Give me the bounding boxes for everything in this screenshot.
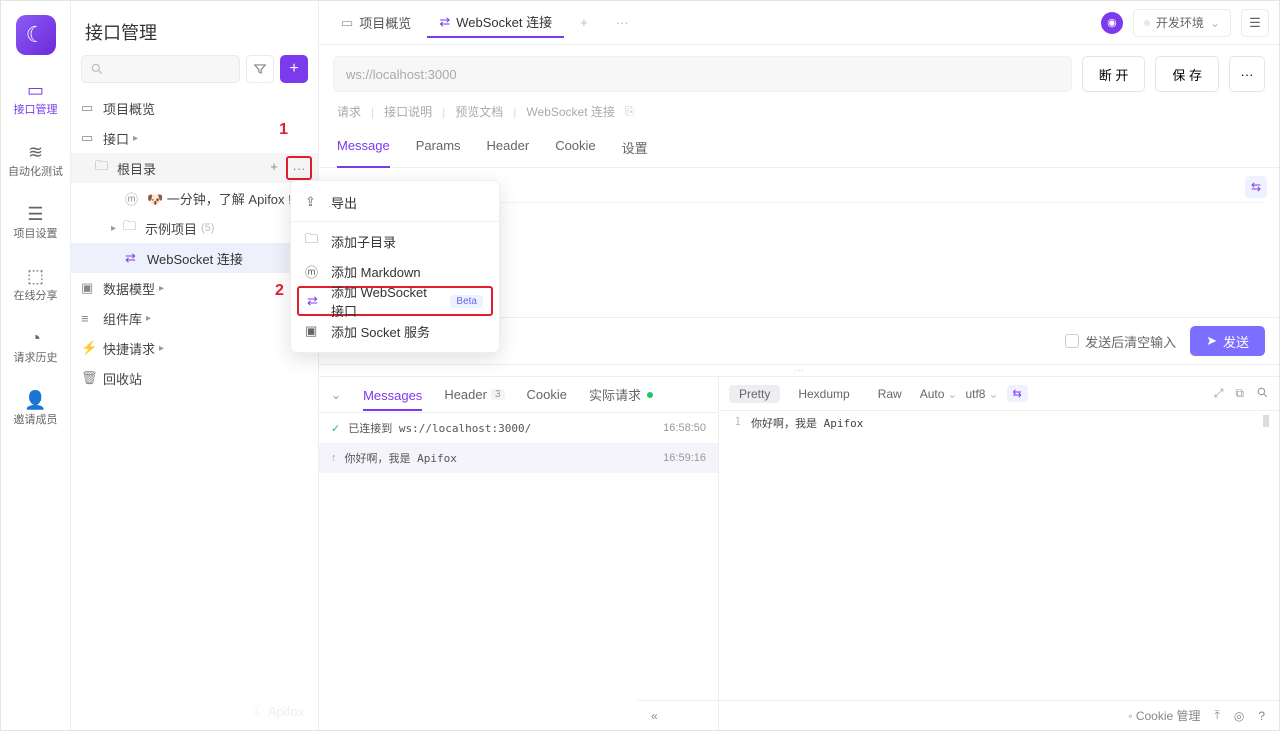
tree-item-learn-apifox[interactable]: ⓜ🐶 一分钟，了解 Apifox !	[71, 183, 318, 213]
format-auto-select[interactable]: Auto⌄	[920, 387, 958, 401]
ctx-item-add-socket[interactable]: ▣添加 Socket 服务	[291, 316, 499, 346]
format-icon[interactable]: ⇆	[1007, 385, 1028, 402]
env-badge-icon[interactable]: ◉	[1101, 12, 1123, 34]
view-mode-pretty[interactable]: Pretty	[729, 385, 780, 403]
subtab-settings[interactable]: 设置	[622, 130, 648, 167]
breadcrumb-preview[interactable]: 预览文档	[455, 103, 503, 120]
footer-target-icon[interactable]: ◎	[1234, 709, 1244, 723]
annotation-1: 1	[279, 121, 288, 139]
ctx-item-add-subdir[interactable]: 🗀添加子目录	[291, 226, 499, 256]
filter-button[interactable]	[246, 55, 274, 83]
footer-upload-icon[interactable]: ⤒	[1215, 708, 1220, 723]
nav-project-settings[interactable]: ☰项目设置	[1, 195, 70, 251]
app-logo: ☾	[16, 15, 56, 55]
footer-cookie-link[interactable]: ◦ Cookie 管理	[1128, 707, 1200, 724]
tree-item-components[interactable]: ≡组件库 ▸	[71, 303, 318, 333]
tree-item-recycle-bin[interactable]: 🗑回收站	[71, 363, 318, 393]
nav-request-history[interactable]: ◔请求历史	[1, 319, 70, 375]
breadcrumb: 请求| 接口说明| 预览文档| WebSocket 连接 ⎘	[319, 103, 1279, 130]
tree-item-websocket[interactable]: ⇄WebSocket 连接	[71, 243, 318, 273]
tab-add[interactable]: +	[568, 8, 600, 38]
subtab-params[interactable]: Params	[416, 130, 461, 167]
msgtab-cookie[interactable]: Cookie	[527, 387, 567, 402]
nav-invite-member[interactable]: 👤邀请成员	[1, 381, 70, 437]
tree-title: 接口管理	[71, 1, 318, 55]
msgtab-messages[interactable]: Messages	[363, 388, 422, 411]
nav-automation-test[interactable]: ≋自动化测试	[1, 133, 70, 189]
tab-websocket[interactable]: ⇄WebSocket 连接	[427, 8, 564, 38]
messages-panel: ⌄ Messages Header3 Cookie 实际请求 ✓已连接到 ws:…	[319, 377, 719, 730]
url-input[interactable]: ws://localhost:3000	[333, 56, 1072, 92]
subtab-header[interactable]: Header	[487, 130, 530, 167]
expand-icon[interactable]: ⤢	[1214, 386, 1224, 401]
subtab-cookie[interactable]: Cookie	[555, 130, 595, 167]
search-icon[interactable]	[1256, 386, 1269, 401]
ctx-item-export[interactable]: ⇪导出	[291, 187, 499, 217]
main-area: ▭项目概览 ⇄WebSocket 连接 + ··· ◉ 开发环境⌄ ☰ ws:/…	[319, 1, 1279, 730]
add-button[interactable]: +	[280, 55, 308, 83]
environment-select[interactable]: 开发环境⌄	[1133, 9, 1231, 37]
tree-item-sample-project[interactable]: ▸🗀示例项目(5)	[71, 213, 318, 243]
tree-item-quick-request[interactable]: ⚡快捷请求 ▸	[71, 333, 318, 363]
watermark: ☾ Apifox	[253, 704, 304, 720]
search-input[interactable]	[81, 55, 240, 83]
msgtab-header[interactable]: Header3	[444, 387, 504, 402]
row-add-icon[interactable]: +	[264, 156, 284, 176]
msgtab-actual-request[interactable]: 实际请求	[589, 385, 653, 404]
more-button[interactable]: ···	[1229, 56, 1265, 92]
tab-project-overview[interactable]: ▭项目概览	[329, 8, 423, 38]
encoding-select[interactable]: utf8⌄	[965, 387, 998, 401]
split-handle[interactable]: ···	[319, 365, 1279, 377]
project-tree-sidebar: 接口管理 + ▭项目概览 ▭接口 ▸ 🗀根目录 + ··· ⓜ🐶 一分钟，了解 …	[71, 1, 319, 730]
request-sub-tabs: Message Params Header Cookie 设置	[319, 130, 1279, 168]
nav-api-management[interactable]: ▭接口管理	[1, 71, 70, 127]
row-more-icon[interactable]: ···	[286, 156, 312, 180]
collapse-icon[interactable]: ⌄	[331, 388, 341, 402]
clear-after-send-checkbox[interactable]: 发送后清空输入	[1065, 332, 1176, 351]
tab-bar: ▭项目概览 ⇄WebSocket 连接 + ··· ◉ 开发环境⌄ ☰	[319, 1, 1279, 45]
annotation-2: 2	[275, 282, 284, 300]
footer-collapse-icon[interactable]: «	[651, 709, 658, 723]
tree-item-overview[interactable]: ▭项目概览	[71, 93, 318, 123]
response-viewer: Pretty Hexdump Raw Auto⌄ utf8⌄ ⇆ ⤢ ⧉ 1 你…	[719, 377, 1279, 730]
primary-nav-sidebar: ☾ ▭接口管理 ≋自动化测试 ☰项目设置 ⬚在线分享 ◔请求历史 👤邀请成员	[1, 1, 71, 730]
view-mode-raw[interactable]: Raw	[868, 385, 912, 403]
breadcrumb-request[interactable]: 请求	[337, 103, 361, 120]
context-menu: ⇪导出 🗀添加子目录 ⓜ添加 Markdown ⇄添加 WebSocket 接口…	[290, 180, 500, 353]
code-viewer[interactable]: 1 你好啊，我是 Apifox	[719, 411, 1279, 730]
breadcrumb-doc[interactable]: 接口说明	[384, 103, 432, 120]
subtab-message[interactable]: Message	[337, 130, 390, 168]
send-button[interactable]: ➤发送	[1190, 326, 1265, 356]
nav-online-share[interactable]: ⬚在线分享	[1, 257, 70, 313]
copy-icon[interactable]: ⧉	[1235, 386, 1244, 401]
footer-help-icon[interactable]: ?	[1258, 709, 1265, 723]
send-icon: ➤	[1206, 333, 1217, 349]
message-row-sent[interactable]: ↑你好啊，我是 Apifox16:59:16	[319, 443, 718, 473]
tree-item-root-dir[interactable]: 🗀根目录 + ···	[71, 153, 318, 183]
view-mode-hexdump[interactable]: Hexdump	[788, 385, 859, 403]
save-button[interactable]: 保 存	[1155, 56, 1219, 92]
settings-menu-icon[interactable]: ☰	[1241, 9, 1269, 37]
disconnect-button[interactable]: 断 开	[1082, 56, 1146, 92]
breadcrumb-ws[interactable]: WebSocket 连接	[526, 103, 614, 120]
message-row-connected[interactable]: ✓已连接到 ws://localhost:3000/16:58:50	[319, 413, 718, 443]
ctx-item-add-websocket[interactable]: ⇄添加 WebSocket 接口Beta	[297, 286, 493, 316]
status-bar: « ◦ Cookie 管理 ⤒ ◎ ?	[637, 700, 1279, 730]
editor-format-toggle-icon[interactable]: ⇆	[1245, 176, 1267, 198]
tab-more[interactable]: ···	[604, 8, 641, 38]
